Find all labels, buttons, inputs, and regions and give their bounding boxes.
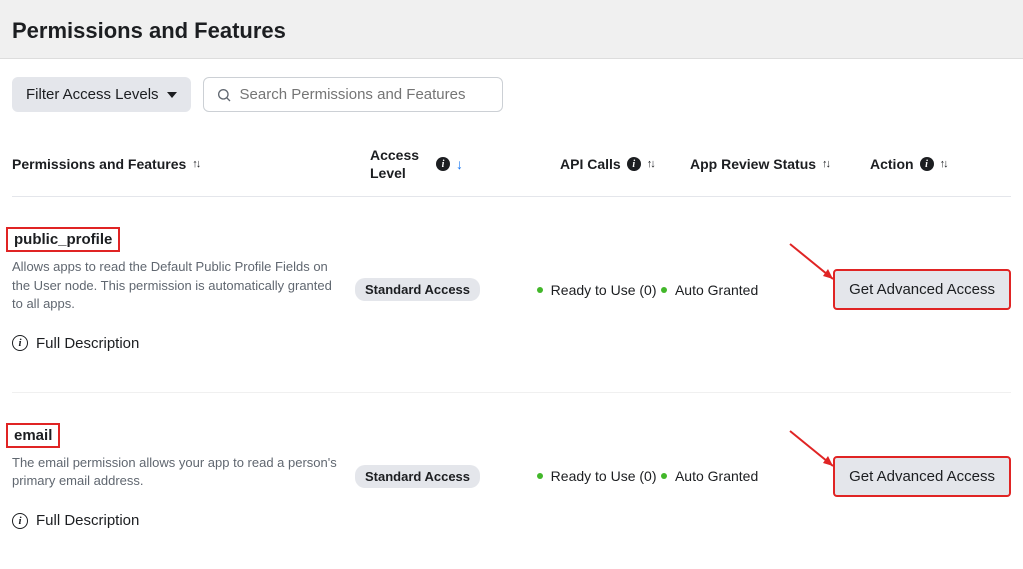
api-calls-status: Ready to Use (0) <box>537 468 657 484</box>
table-row: email The email permission allows your a… <box>12 393 1011 569</box>
sort-down-icon: ↓ <box>456 156 463 172</box>
info-icon: i <box>436 157 450 171</box>
chevron-down-icon <box>167 92 177 98</box>
sort-icon: ↑↓ <box>192 158 199 170</box>
permission-name: public_profile <box>6 227 120 252</box>
page-title: Permissions and Features <box>12 18 1011 44</box>
column-header-label: API Calls <box>560 156 621 172</box>
review-status: Auto Granted <box>661 282 758 298</box>
column-header-label: Permissions and Features <box>12 156 186 172</box>
status-dot-icon <box>661 473 667 479</box>
sort-icon: ↑↓ <box>647 158 654 170</box>
column-header-label: Action <box>870 156 914 172</box>
info-icon: i <box>12 513 28 529</box>
column-header-label: Access Level <box>370 146 430 182</box>
permission-name: email <box>6 423 60 448</box>
review-status-text: Auto Granted <box>675 468 758 484</box>
status-dot-icon <box>537 473 543 479</box>
status-dot-icon <box>537 287 543 293</box>
column-header-permissions[interactable]: Permissions and Features ↑↓ <box>12 156 370 172</box>
permission-description: The email permission allows your app to … <box>12 454 339 490</box>
get-advanced-access-button[interactable]: Get Advanced Access <box>833 269 1011 310</box>
permissions-table: Permissions and Features ↑↓ Access Level… <box>0 112 1023 569</box>
search-input[interactable] <box>240 86 490 103</box>
column-headers: Permissions and Features ↑↓ Access Level… <box>12 128 1011 197</box>
access-level-badge: Standard Access <box>355 278 480 301</box>
info-icon: i <box>627 157 641 171</box>
access-level-badge: Standard Access <box>355 465 480 488</box>
sort-icon: ↑↓ <box>822 158 829 170</box>
full-description-label: Full Description <box>36 512 139 529</box>
controls-row: Filter Access Levels <box>0 59 1023 112</box>
column-header-access-level[interactable]: Access Level i ↓ <box>370 146 560 182</box>
api-status-text: Ready to Use (0) <box>551 282 657 298</box>
search-icon <box>216 87 232 103</box>
full-description-link[interactable]: i Full Description <box>12 512 339 529</box>
table-row: public_profile Allows apps to read the D… <box>12 197 1011 393</box>
column-header-action[interactable]: Action i ↑↓ <box>870 156 1011 172</box>
sort-icon: ↑↓ <box>940 158 947 170</box>
search-field-wrapper[interactable] <box>203 77 503 112</box>
permission-description: Allows apps to read the Default Public P… <box>12 258 339 313</box>
column-header-api-calls[interactable]: API Calls i ↑↓ <box>560 156 690 172</box>
filter-label: Filter Access Levels <box>26 86 159 103</box>
column-header-review-status[interactable]: App Review Status ↑↓ <box>690 156 870 172</box>
column-header-label: App Review Status <box>690 156 816 172</box>
review-status-text: Auto Granted <box>675 282 758 298</box>
api-status-text: Ready to Use (0) <box>551 468 657 484</box>
status-dot-icon <box>661 287 667 293</box>
full-description-label: Full Description <box>36 335 139 352</box>
page-header: Permissions and Features <box>0 0 1023 59</box>
info-icon: i <box>920 157 934 171</box>
api-calls-status: Ready to Use (0) <box>537 282 657 298</box>
get-advanced-access-button[interactable]: Get Advanced Access <box>833 456 1011 497</box>
full-description-link[interactable]: i Full Description <box>12 335 339 352</box>
info-icon: i <box>12 335 28 351</box>
review-status: Auto Granted <box>661 468 758 484</box>
filter-access-levels-button[interactable]: Filter Access Levels <box>12 77 191 112</box>
